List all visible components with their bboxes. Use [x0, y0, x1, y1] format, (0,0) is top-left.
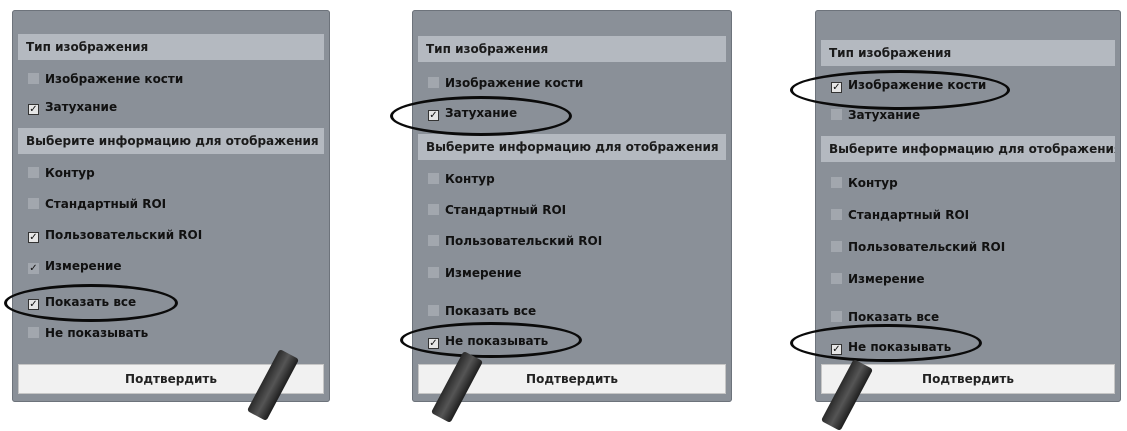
checkmark-icon[interactable]: ✓: [28, 263, 39, 274]
show-all-option[interactable]: Показать все: [831, 306, 1113, 328]
bone-image-option[interactable]: ✓ Изображение кости: [831, 74, 1113, 96]
option-label: Измерение: [445, 266, 522, 280]
attenuation-option[interactable]: Затухание: [831, 104, 1113, 126]
option-label: Показать все: [445, 304, 537, 318]
checkbox-checked-icon[interactable]: ✓: [428, 338, 439, 349]
display-settings-panel-1: Тип изображения Изображение кости ✓ Затух…: [12, 10, 330, 402]
option-label: Измерение: [45, 259, 122, 273]
option-label: Стандартный ROI: [848, 208, 970, 222]
checkbox-checked-icon[interactable]: ✓: [28, 299, 39, 310]
checkbox-icon[interactable]: [28, 167, 39, 178]
image-type-header: Тип изображения: [821, 40, 1115, 66]
image-type-header: Тип изображения: [18, 34, 324, 60]
option-label: Стандартный ROI: [45, 197, 167, 211]
checkbox-icon[interactable]: [831, 209, 842, 220]
option-label: Показать все: [45, 295, 137, 309]
info-header: Выберите информацию для отображения: [18, 128, 324, 154]
option-label: Пользовательский ROI: [848, 240, 1006, 254]
checkbox-icon[interactable]: [831, 273, 842, 284]
checkbox-icon[interactable]: [428, 305, 439, 316]
option-label: Изображение кости: [445, 76, 584, 90]
attenuation-option[interactable]: ✓ Затухание: [28, 96, 322, 118]
checkbox-icon[interactable]: [28, 327, 39, 338]
option-label: Изображение кости: [45, 72, 184, 86]
bone-image-option[interactable]: Изображение кости: [428, 72, 724, 94]
option-label: Показать все: [848, 310, 940, 324]
measurement-option[interactable]: ✓ Измерение: [28, 255, 322, 277]
option-label: Пользовательский ROI: [45, 228, 203, 242]
option-label: Не показывать: [445, 334, 549, 348]
checkbox-checked-icon[interactable]: ✓: [831, 344, 842, 355]
user-roi-option[interactable]: Пользовательский ROI: [428, 230, 724, 252]
hide-all-option[interactable]: Не показывать: [28, 322, 322, 344]
contour-option[interactable]: Контур: [28, 162, 322, 184]
option-label: Изображение кости: [848, 78, 987, 92]
option-label: Не показывать: [45, 326, 149, 340]
checkbox-icon[interactable]: [428, 77, 439, 88]
option-label: Контур: [848, 176, 898, 190]
contour-option[interactable]: Контур: [831, 172, 1113, 194]
standard-roi-option[interactable]: Стандартный ROI: [831, 204, 1113, 226]
checkbox-icon[interactable]: [428, 204, 439, 215]
option-label: Пользовательский ROI: [445, 234, 603, 248]
checkbox-checked-icon[interactable]: ✓: [28, 232, 39, 243]
option-label: Контур: [445, 172, 495, 186]
attenuation-option[interactable]: ✓ Затухание: [428, 102, 724, 124]
display-settings-panel-3: Тип изображения ✓ Изображение кости Затух…: [815, 10, 1121, 402]
user-roi-option[interactable]: ✓ Пользовательский ROI: [28, 224, 322, 246]
checkbox-icon[interactable]: [28, 73, 39, 84]
checkbox-icon[interactable]: [428, 267, 439, 278]
checkbox-icon[interactable]: [428, 173, 439, 184]
checkbox-checked-icon[interactable]: ✓: [28, 104, 39, 115]
info-header: Выберите информацию для отображения: [821, 136, 1115, 162]
option-label: Контур: [45, 166, 95, 180]
option-label: Измерение: [848, 272, 925, 286]
checkbox-checked-icon[interactable]: ✓: [831, 82, 842, 93]
checkbox-icon[interactable]: [831, 241, 842, 252]
hide-all-option[interactable]: ✓ Не показывать: [831, 336, 1113, 358]
hide-all-option[interactable]: ✓ Не показывать: [428, 330, 724, 352]
checkbox-icon[interactable]: [831, 311, 842, 322]
checkbox-icon[interactable]: [428, 235, 439, 246]
checkbox-icon[interactable]: [831, 109, 842, 120]
option-label: Затухание: [445, 106, 518, 120]
standard-roi-option[interactable]: Стандартный ROI: [428, 199, 724, 221]
show-all-option[interactable]: ✓ Показать все: [28, 291, 322, 313]
image-type-header: Тип изображения: [418, 36, 726, 62]
bone-image-option[interactable]: Изображение кости: [28, 68, 322, 90]
info-header: Выберите информацию для отображения: [418, 134, 726, 160]
user-roi-option[interactable]: Пользовательский ROI: [831, 236, 1113, 258]
standard-roi-option[interactable]: Стандартный ROI: [28, 193, 322, 215]
show-all-option[interactable]: Показать все: [428, 300, 724, 322]
measurement-option[interactable]: Измерение: [831, 268, 1113, 290]
measurement-option[interactable]: Измерение: [428, 262, 724, 284]
option-label: Не показывать: [848, 340, 952, 354]
checkbox-checked-icon[interactable]: ✓: [428, 110, 439, 121]
option-label: Стандартный ROI: [445, 203, 567, 217]
checkbox-icon[interactable]: [831, 177, 842, 188]
display-settings-panel-2: Тип изображения Изображение кости ✓ Затух…: [412, 10, 732, 402]
option-label: Затухание: [45, 100, 118, 114]
checkbox-icon[interactable]: [28, 198, 39, 209]
contour-option[interactable]: Контур: [428, 168, 724, 190]
option-label: Затухание: [848, 108, 921, 122]
